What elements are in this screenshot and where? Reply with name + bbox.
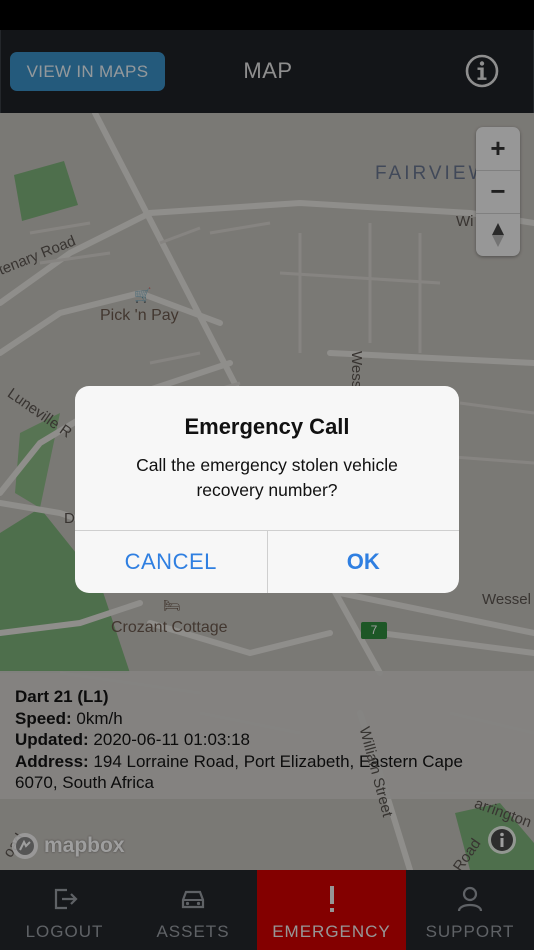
ok-button[interactable]: OK bbox=[266, 531, 460, 593]
dialog-button-row: CANCEL OK bbox=[75, 530, 459, 593]
dialog-message: Call the emergency stolen vehicle recove… bbox=[95, 453, 439, 503]
dialog-message-line-1: Call the emergency stolen vehicle bbox=[136, 455, 398, 475]
dialog-message-line-2: recovery number? bbox=[196, 480, 338, 500]
cancel-button[interactable]: CANCEL bbox=[75, 531, 267, 593]
emergency-call-dialog: Emergency Call Call the emergency stolen… bbox=[75, 386, 459, 593]
dialog-title: Emergency Call bbox=[184, 414, 350, 439]
